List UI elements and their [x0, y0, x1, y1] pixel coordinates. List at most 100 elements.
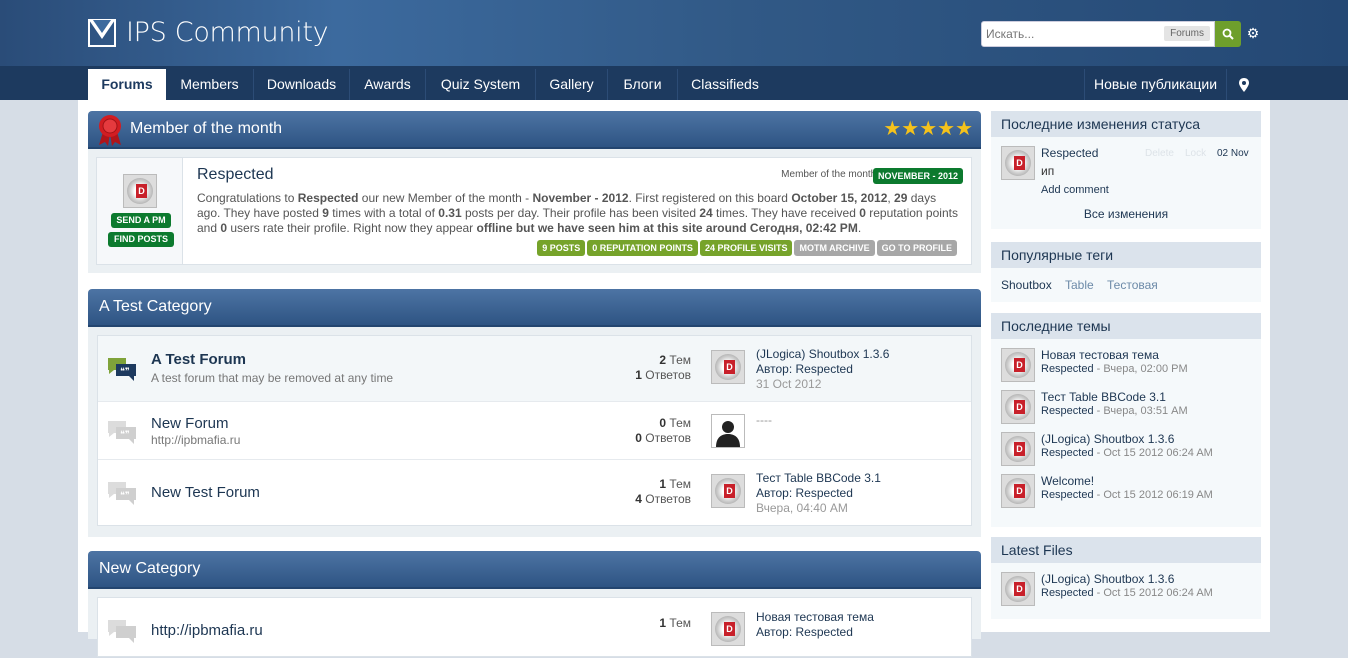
reply-count: 0	[635, 431, 642, 445]
status-date: 02 Nov	[1217, 148, 1249, 159]
forum-title[interactable]: A Test Forum	[151, 351, 246, 368]
forum-stats: 2 Тем 1 Ответов	[635, 353, 691, 383]
reply-label: Ответов	[645, 431, 691, 445]
last-post-title[interactable]: (JLogica) Shoutbox 1.3.6	[756, 347, 889, 362]
avatar[interactable]	[711, 612, 745, 646]
topic-title[interactable]: Новая тестовая тема	[1041, 348, 1188, 362]
recent-topic-item: Тест Table BBCode 3.1Respected - Вчера, …	[1001, 390, 1188, 424]
last-post-title[interactable]: Тест Table BBCode 3.1	[756, 471, 881, 486]
status-text: ип	[1041, 164, 1055, 178]
tab-forums[interactable]: Forums	[88, 69, 166, 100]
topic-author[interactable]: Respected	[1041, 489, 1094, 501]
all-changes-link[interactable]: Все изменения	[991, 207, 1261, 221]
author-label: Автор:	[756, 362, 793, 376]
motm-sidebar: SEND A PM FIND POSTS	[97, 158, 183, 264]
topic-title[interactable]: Тест Table BBCode 3.1	[1041, 390, 1188, 404]
topic-label: Тем	[669, 353, 691, 367]
star-icon: ★	[937, 118, 956, 140]
star-icon: ★	[919, 118, 938, 140]
search-scope[interactable]: Forums	[1164, 26, 1210, 41]
forum-read-icon[interactable]	[106, 618, 138, 644]
author-label: Автор:	[756, 625, 793, 639]
last-post-author[interactable]: Respected	[796, 625, 853, 639]
last-post-date: Вчера, 04:40 AM	[756, 501, 848, 515]
tag-link[interactable]: Table	[1065, 278, 1094, 292]
motm-title: Member of the month	[130, 120, 283, 137]
avatar[interactable]	[1001, 390, 1035, 424]
topic-date: Вчера, 03:51 AM	[1103, 405, 1188, 417]
add-comment-link[interactable]: Add comment	[1041, 184, 1109, 196]
new-content-link[interactable]: Новые публикации	[1084, 69, 1227, 100]
main-content: Member of the month ★★★★★ SEND A PM FIND…	[78, 100, 1270, 657]
star-icon: ★	[901, 118, 920, 140]
forum-description[interactable]: http://ipbmafia.ru	[151, 433, 240, 447]
last-post-author[interactable]: Respected	[796, 486, 853, 500]
tab-blogs[interactable]: Блоги	[608, 69, 678, 100]
topic-author[interactable]: Respected	[1041, 447, 1094, 459]
topic-count: 2	[659, 353, 667, 367]
logo-icon	[88, 18, 116, 47]
forum-row: ❝❞ New Test Forum 1 Тем 4 Ответов Тест Ta…	[98, 460, 971, 526]
motm-member-name[interactable]: Respected	[197, 166, 274, 184]
tab-gallery[interactable]: Gallery	[536, 69, 608, 100]
site-logo[interactable]: IPS Community	[88, 17, 329, 48]
status-author[interactable]: Respected	[1041, 146, 1098, 160]
tab-awards[interactable]: Awards	[350, 69, 426, 100]
recent-topic-item: Welcome!Respected - Oct 15 2012 06:19 AM	[1001, 474, 1213, 508]
motm-tag[interactable]: GO TO PROFILE	[876, 240, 957, 256]
category-header[interactable]: New Category	[88, 551, 981, 589]
forum-title[interactable]: New Test Forum	[151, 484, 260, 501]
delete-status-link[interactable]: Delete	[1145, 148, 1174, 159]
topic-author[interactable]: Respected	[1041, 405, 1094, 417]
find-posts-button[interactable]: FIND POSTS	[108, 232, 174, 247]
search-input[interactable]	[982, 22, 1162, 46]
topic-title[interactable]: Welcome!	[1041, 474, 1213, 488]
forum-stats: 1 Тем	[659, 616, 691, 631]
file-title[interactable]: (JLogica) Shoutbox 1.3.6	[1041, 572, 1213, 586]
popular-tags-panel: Shoutbox Table Тестовая	[991, 268, 1261, 302]
motm-tag[interactable]: 24 PROFILE VISITS	[699, 240, 793, 256]
topic-count: 1	[659, 477, 667, 491]
topic-label: Тем	[669, 616, 691, 630]
forum-title[interactable]: http://ipbmafia.ru	[151, 622, 263, 639]
forum-list: ❝❞ A Test Forum A test forum that may be…	[97, 335, 972, 526]
award-ribbon-icon	[99, 115, 121, 146]
search-button[interactable]	[1215, 21, 1241, 47]
motm-tag[interactable]: 9 POSTS	[537, 240, 586, 256]
motm-tag[interactable]: 0 REPUTATION POINTS	[587, 240, 698, 256]
author-label: Автор:	[756, 486, 793, 500]
forum-unread-icon[interactable]: ❝❞	[106, 356, 138, 382]
tag-link[interactable]: Тестовая	[1107, 278, 1158, 292]
avatar[interactable]	[1001, 474, 1035, 508]
recent-topics-header: Последние темы	[991, 313, 1261, 339]
map-pin-icon[interactable]	[1227, 69, 1261, 100]
last-post-title[interactable]: Новая тестовая тема	[756, 610, 874, 625]
motm-tag[interactable]: MOTM ARCHIVE	[794, 240, 875, 256]
forum-read-icon[interactable]: ❝❞	[106, 480, 138, 506]
send-pm-button[interactable]: SEND A PM	[111, 213, 171, 228]
avatar[interactable]	[1001, 348, 1035, 382]
avatar[interactable]	[711, 474, 745, 508]
avatar[interactable]	[123, 174, 157, 208]
category-header[interactable]: A Test Category	[88, 289, 981, 327]
tab-quiz-system[interactable]: Quiz System	[426, 69, 536, 100]
logo-text: IPS Community	[126, 17, 329, 48]
lock-status-link[interactable]: Lock	[1185, 148, 1206, 159]
tab-downloads[interactable]: Downloads	[254, 69, 350, 100]
topic-title[interactable]: (JLogica) Shoutbox 1.3.6	[1041, 432, 1213, 446]
gear-icon[interactable]: ⚙	[1245, 25, 1261, 41]
tab-classifieds[interactable]: Classifieds	[678, 69, 772, 100]
last-post-author[interactable]: Respected	[796, 362, 853, 376]
forum-read-icon[interactable]: ❝❞	[106, 419, 138, 445]
avatar[interactable]	[711, 350, 745, 384]
topic-author[interactable]: Respected	[1041, 363, 1094, 375]
tab-members[interactable]: Members	[166, 69, 254, 100]
tag-link[interactable]: Shoutbox	[1001, 278, 1052, 292]
avatar[interactable]	[1001, 146, 1035, 180]
default-avatar	[711, 414, 745, 448]
file-author[interactable]: Respected	[1041, 587, 1094, 599]
forum-title[interactable]: New Forum	[151, 415, 229, 432]
avatar[interactable]	[1001, 432, 1035, 466]
svg-text:❝❞: ❝❞	[120, 491, 130, 501]
avatar[interactable]	[1001, 572, 1035, 606]
